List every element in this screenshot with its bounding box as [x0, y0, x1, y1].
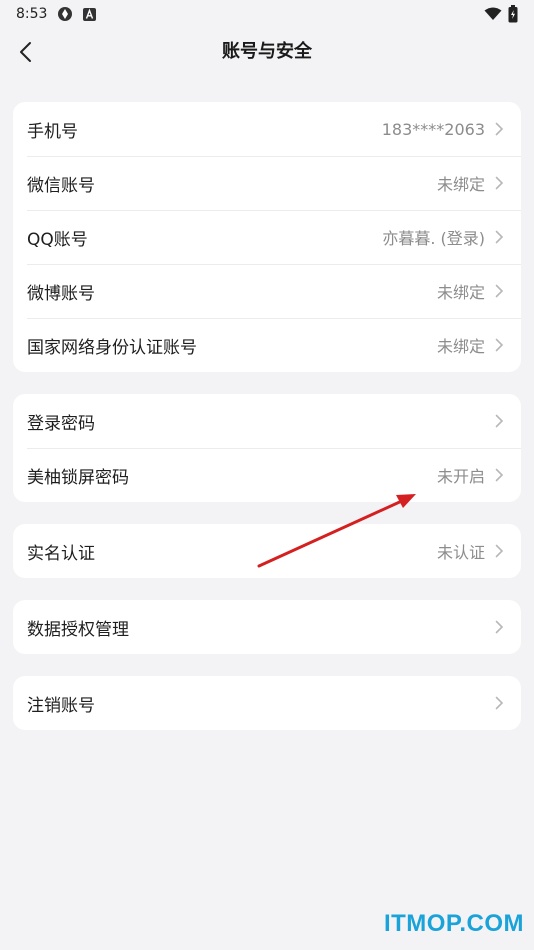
row-national-id[interactable]: 国家网络身份认证账号 未绑定 [13, 318, 521, 372]
chevron-right-icon [491, 543, 507, 559]
chevron-right-icon [491, 337, 507, 353]
row-wechat[interactable]: 微信账号 未绑定 [13, 156, 521, 210]
accounts-card: 手机号 183****2063 微信账号 未绑定 QQ账号 亦暮暮. (登录) … [13, 102, 521, 372]
delete-account-card: 注销账号 [13, 676, 521, 730]
row-delete-account[interactable]: 注销账号 [13, 676, 521, 730]
page-title: 账号与安全 [222, 41, 312, 62]
row-value: 未绑定 [436, 175, 485, 194]
chevron-right-icon [491, 695, 507, 711]
row-value: 未绑定 [436, 337, 485, 356]
row-label: 美柚锁屏密码 [27, 467, 129, 488]
row-login-password[interactable]: 登录密码 [13, 394, 521, 448]
row-label: 手机号 [27, 121, 78, 142]
status-time: 8:53 [16, 6, 48, 22]
status-left: 8:53 [16, 6, 97, 22]
row-label: 注销账号 [27, 695, 95, 716]
row-weibo[interactable]: 微博账号 未绑定 [13, 264, 521, 318]
chevron-right-icon [491, 413, 507, 429]
chevron-right-icon [491, 175, 507, 191]
battery-icon [508, 5, 518, 23]
row-label: 数据授权管理 [27, 619, 129, 640]
row-qq[interactable]: QQ账号 亦暮暮. (登录) [13, 210, 521, 264]
chevron-right-icon [491, 467, 507, 483]
row-label: 登录密码 [27, 413, 95, 434]
status-bar: 8:53 [0, 0, 534, 28]
row-real-name-verification[interactable]: 实名认证 未认证 [13, 524, 521, 578]
data-auth-card: 数据授权管理 [13, 600, 521, 654]
status-right [484, 5, 518, 23]
row-lock-screen-password[interactable]: 美柚锁屏密码 未开启 [13, 448, 521, 502]
row-label: 微信账号 [27, 175, 95, 196]
row-data-authorization[interactable]: 数据授权管理 [13, 600, 521, 654]
row-value: 未开启 [436, 467, 485, 486]
watermark-logo: ITMOP.COM [383, 910, 524, 937]
top-bar: 账号与安全 [0, 30, 534, 74]
verification-card: 实名认证 未认证 [13, 524, 521, 578]
chevron-right-icon [491, 121, 507, 137]
row-label: 微博账号 [27, 283, 95, 304]
vpn-icon [57, 6, 73, 22]
chevron-right-icon [491, 283, 507, 299]
row-label: 国家网络身份认证账号 [27, 337, 197, 358]
chevron-right-icon [491, 619, 507, 635]
a-icon [83, 7, 97, 21]
password-card: 登录密码 美柚锁屏密码 未开启 [13, 394, 521, 502]
row-value: 亦暮暮. (登录) [382, 229, 485, 248]
wifi-icon [484, 7, 502, 21]
row-value: 未认证 [436, 543, 485, 562]
row-label: QQ账号 [27, 229, 88, 250]
row-label: 实名认证 [27, 543, 95, 564]
row-value: 未绑定 [436, 283, 485, 302]
chevron-right-icon [491, 229, 507, 245]
row-phone[interactable]: 手机号 183****2063 [13, 102, 521, 156]
row-value: 183****2063 [381, 119, 485, 139]
